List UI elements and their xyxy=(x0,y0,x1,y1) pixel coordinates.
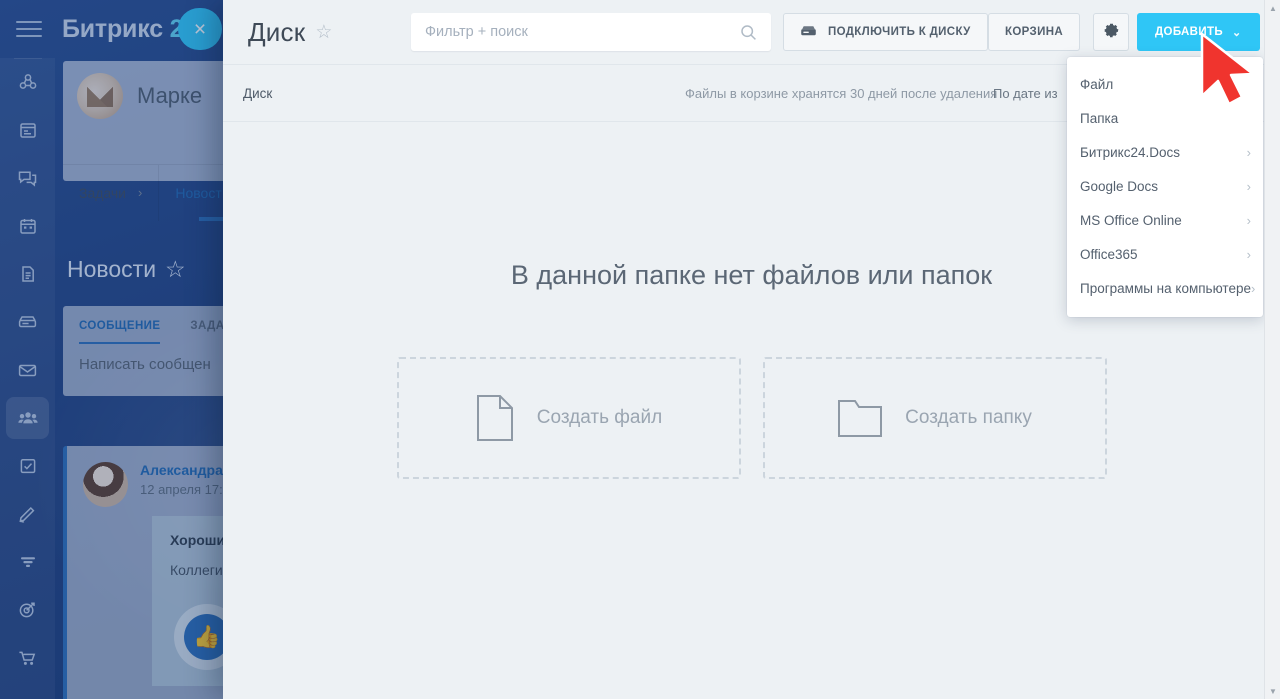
chevron-right-icon: › xyxy=(1246,178,1251,194)
drive-icon xyxy=(800,24,817,41)
folder-icon xyxy=(837,397,883,439)
connect-drive-button[interactable]: ПОДКЛЮЧИТЬ К ДИСКУ xyxy=(783,13,988,51)
scroll-up-icon[interactable]: ▲ xyxy=(1265,0,1280,16)
chevron-right-icon: › xyxy=(1246,212,1251,228)
file-icon xyxy=(475,394,515,442)
page-title: Диск xyxy=(248,16,306,47)
breadcrumb[interactable]: Диск xyxy=(243,86,272,101)
connect-drive-label: ПОДКЛЮЧИТЬ К ДИСКУ xyxy=(828,26,971,38)
create-file-dropzone[interactable]: Создать файл xyxy=(396,357,741,479)
menu-item-label: Программы на компьютере xyxy=(1080,280,1251,296)
menu-item-label: Office365 xyxy=(1080,246,1138,262)
menu-item-desktop-programs[interactable]: Программы на компьютере › xyxy=(1067,271,1263,305)
dim-overlay xyxy=(0,0,232,699)
menu-item-label: Файл xyxy=(1080,76,1114,92)
sort-selector[interactable]: По дате из xyxy=(993,86,1058,101)
chevron-right-icon: › xyxy=(1246,246,1251,262)
chevron-right-icon: › xyxy=(1250,280,1256,296)
search-field[interactable] xyxy=(411,13,771,51)
settings-button[interactable] xyxy=(1093,13,1129,51)
menu-item-google-docs[interactable]: Google Docs › xyxy=(1067,169,1263,203)
app-root: Битрикс 24 × xyxy=(0,0,1280,699)
empty-state-actions: Создать файл Создать папку xyxy=(223,357,1280,479)
mouse-cursor xyxy=(1196,30,1266,108)
vertical-scrollbar[interactable]: ▲ ▼ xyxy=(1264,0,1280,699)
menu-item-label: Google Docs xyxy=(1080,178,1159,194)
menu-item-bitrix24-docs[interactable]: Битрикс24.Docs › xyxy=(1067,135,1263,169)
trash-retention-note: Файлы в корзине хранятся 30 дней после у… xyxy=(685,85,998,101)
chevron-right-icon: › xyxy=(1246,144,1251,160)
disk-panel: Диск ☆ ПОДКЛЮЧИТЬ К ДИ xyxy=(223,0,1280,699)
favorite-star-icon[interactable]: ☆ xyxy=(315,21,332,44)
gear-icon xyxy=(1103,22,1120,42)
menu-item-label: Папка xyxy=(1080,110,1119,126)
menu-item-ms-office-online[interactable]: MS Office Online › xyxy=(1067,203,1263,237)
create-folder-label: Создать папку xyxy=(905,407,1032,428)
trash-label: КОРЗИНА xyxy=(1005,26,1064,38)
trash-button[interactable]: КОРЗИНА xyxy=(988,13,1081,51)
scroll-down-icon[interactable]: ▼ xyxy=(1265,683,1280,699)
menu-item-label: MS Office Online xyxy=(1080,212,1182,228)
search-input[interactable] xyxy=(411,24,740,40)
disk-toolbar: Диск ☆ ПОДКЛЮЧИТЬ К ДИ xyxy=(223,0,1280,64)
create-file-label: Создать файл xyxy=(536,407,663,428)
menu-item-office365[interactable]: Office365 › xyxy=(1067,237,1263,271)
search-icon[interactable] xyxy=(740,24,757,41)
create-folder-dropzone[interactable]: Создать папку xyxy=(762,357,1107,479)
menu-item-label: Битрикс24.Docs xyxy=(1080,144,1180,160)
